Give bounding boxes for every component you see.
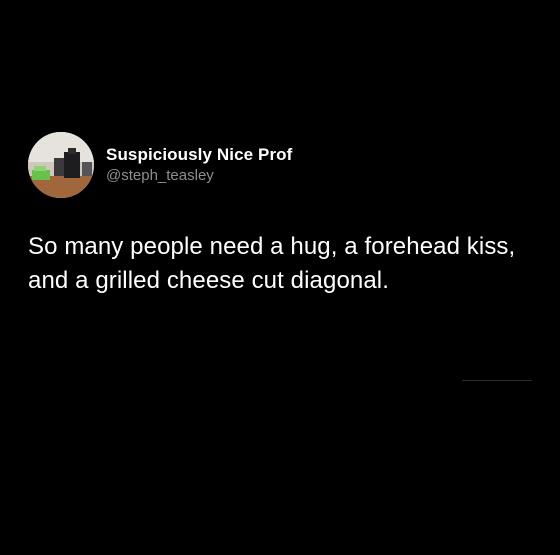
author-text: Suspiciously Nice Prof @steph_teasley — [106, 144, 292, 186]
avatar[interactable] — [28, 132, 94, 198]
tweet-card: Suspiciously Nice Prof @steph_teasley So… — [0, 0, 560, 555]
tweet-author-row: Suspiciously Nice Prof @steph_teasley — [28, 132, 292, 198]
tweet-text: So many people need a hug, a forehead ki… — [28, 233, 516, 294]
author-handle[interactable]: @steph_teasley — [106, 166, 292, 186]
profile-photo-icon — [28, 132, 94, 198]
divider-line — [462, 380, 532, 381]
author-display-name[interactable]: Suspiciously Nice Prof — [106, 144, 292, 166]
